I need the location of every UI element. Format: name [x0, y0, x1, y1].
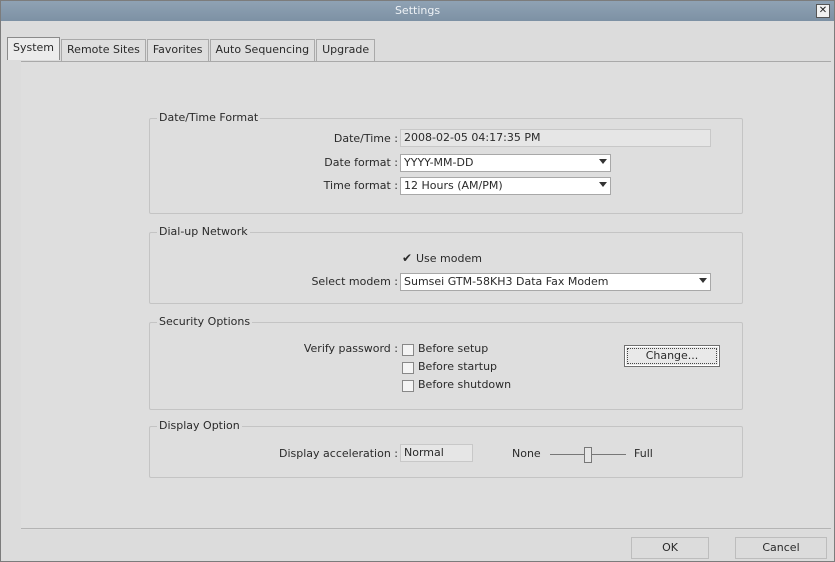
security-group-title: Security Options [157, 315, 253, 328]
ok-button[interactable]: OK [631, 537, 709, 559]
display-acceleration-value: Normal [400, 444, 473, 462]
chevron-down-icon [699, 278, 707, 283]
settings-window: Settings ✕ System Remote Sites Favorites… [0, 0, 835, 562]
tab-auto-sequencing[interactable]: Auto Sequencing [209, 39, 316, 62]
date-format-select[interactable]: YYYY-MM-DD [400, 154, 611, 172]
select-modem-value: Sumsei GTM-58KH3 Data Fax Modem [404, 275, 609, 288]
change-button[interactable]: Change... [624, 345, 720, 367]
dialup-group: Dial-up Network ✔ Use modem Select modem… [149, 225, 743, 304]
time-format-value: 12 Hours (AM/PM) [404, 179, 503, 192]
use-modem-label[interactable]: Use modem [416, 252, 482, 265]
tab-upgrade[interactable]: Upgrade [316, 39, 376, 62]
before-shutdown-label[interactable]: Before shutdown [418, 378, 511, 391]
tab-bar: System Remote Sites Favorites Auto Seque… [7, 37, 376, 62]
acceleration-slider-thumb[interactable] [584, 447, 592, 463]
titlebar[interactable]: Settings ✕ [1, 1, 834, 21]
cancel-button[interactable]: Cancel [735, 537, 827, 559]
checkmark-icon[interactable]: ✔ [402, 251, 412, 265]
chevron-down-icon [599, 182, 607, 187]
system-panel: Date/Time Format Date/Time : 2008-02-05 … [21, 61, 831, 530]
chevron-down-icon [599, 159, 607, 164]
dialup-group-title: Dial-up Network [157, 225, 250, 238]
date-format-value: YYYY-MM-DD [404, 156, 474, 169]
datetime-group: Date/Time Format Date/Time : 2008-02-05 … [149, 111, 743, 214]
before-setup-checkbox[interactable] [402, 344, 414, 356]
before-setup-label[interactable]: Before setup [418, 342, 488, 355]
tab-system[interactable]: System [7, 37, 61, 60]
security-group: Security Options Verify password : Befor… [149, 315, 743, 410]
tab-remote-sites[interactable]: Remote Sites [61, 39, 146, 62]
select-modem-select[interactable]: Sumsei GTM-58KH3 Data Fax Modem [400, 273, 711, 291]
select-modem-label: Select modem : [311, 275, 398, 288]
footer-divider [21, 528, 831, 529]
time-format-label: Time format : [323, 179, 398, 192]
datetime-group-title: Date/Time Format [157, 111, 261, 124]
date-format-label: Date format : [324, 156, 398, 169]
before-startup-checkbox[interactable] [402, 362, 414, 374]
datetime-value: 2008-02-05 04:17:35 PM [400, 129, 711, 147]
tab-favorites[interactable]: Favorites [146, 39, 209, 62]
time-format-select[interactable]: 12 Hours (AM/PM) [400, 177, 611, 195]
slider-full-label: Full [634, 447, 653, 460]
display-group-title: Display Option [157, 419, 242, 432]
slider-none-label: None [512, 447, 541, 460]
datetime-label: Date/Time : [333, 132, 398, 145]
verify-password-label: Verify password : [303, 342, 398, 355]
before-startup-label[interactable]: Before startup [418, 360, 497, 373]
display-group: Display Option Display acceleration : No… [149, 419, 743, 478]
before-shutdown-checkbox[interactable] [402, 380, 414, 392]
display-acceleration-label: Display acceleration : [278, 447, 398, 460]
window-title: Settings [394, 4, 441, 17]
close-icon[interactable]: ✕ [816, 4, 830, 18]
